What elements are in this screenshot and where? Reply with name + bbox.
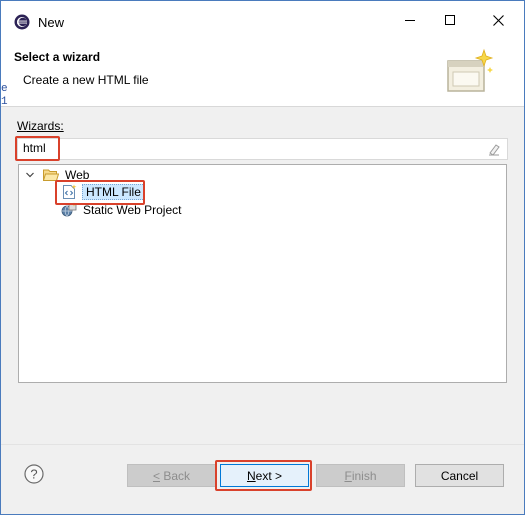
back-button[interactable]: < Back (127, 464, 216, 487)
back-button-label: < Back (152, 468, 191, 483)
close-button[interactable] (475, 1, 521, 39)
wizard-banner: e 1 Select a wizard Create a new HTML fi… (1, 39, 524, 108)
finish-button-label: Finish (344, 468, 377, 483)
wizard-filter-input[interactable] (23, 141, 463, 155)
banner-subtitle: Create a new HTML file (23, 73, 149, 87)
tree-item-label: Web (65, 168, 90, 182)
tree-item-label: HTML File (82, 184, 145, 200)
minimize-icon (405, 20, 415, 21)
web-project-icon (61, 202, 77, 217)
close-icon (492, 14, 504, 26)
title-bar: New (1, 1, 524, 39)
help-icon[interactable]: ? (24, 464, 44, 484)
new-wizard-dialog: New e 1 Select a wizard Create a new HTM… (0, 0, 525, 515)
wizard-filter-field[interactable] (17, 138, 508, 160)
finish-button[interactable]: Finish (316, 464, 405, 487)
wizard-tree[interactable]: Web HTML File Static Web Project (18, 164, 507, 383)
tree-item-html-file[interactable]: HTML File (61, 183, 145, 201)
wizards-label: Wizards: (17, 119, 64, 133)
maximize-button[interactable] (427, 1, 473, 39)
chevron-down-icon[interactable] (25, 170, 35, 180)
svg-text:?: ? (30, 467, 37, 482)
next-button[interactable]: Next > (220, 464, 309, 487)
tree-item-web[interactable]: Web (25, 166, 89, 184)
tree-item-static-web-project[interactable]: Static Web Project (61, 201, 181, 219)
banner-title: Select a wizard (14, 50, 101, 64)
next-button-label: Next > (246, 468, 283, 483)
maximize-icon (445, 15, 455, 25)
eclipse-app-icon (14, 14, 30, 30)
tree-item-label: Static Web Project (83, 203, 182, 217)
wizards-label-text: Wizards: (17, 119, 64, 133)
background-window-edge: e 1 (1, 83, 8, 108)
folder-open-icon (43, 169, 59, 181)
clear-filter-icon[interactable] (487, 142, 501, 156)
cancel-button[interactable]: Cancel (415, 464, 504, 487)
html-file-icon (63, 184, 77, 199)
wizard-banner-icon (447, 48, 494, 92)
cancel-button-label: Cancel (440, 468, 479, 483)
button-bar-separator (1, 444, 524, 445)
window-title: New (38, 15, 65, 30)
